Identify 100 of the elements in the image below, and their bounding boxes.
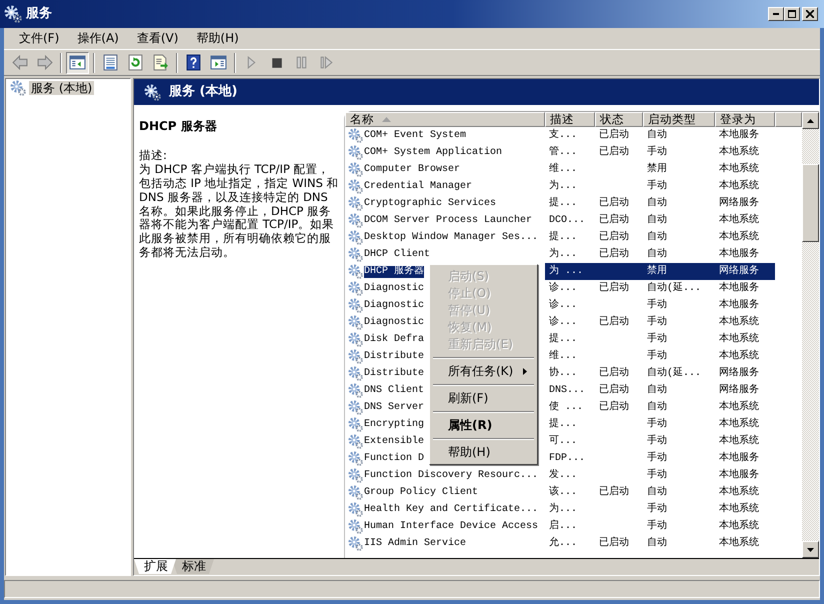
service-name[interactable]: Cryptographic Services xyxy=(364,198,496,210)
table-cell-text: 已启动 xyxy=(598,486,630,498)
service-name[interactable]: Computer Browser xyxy=(364,164,460,176)
service-name[interactable]: Distribute xyxy=(364,368,424,380)
menu-item[interactable]: 属性(R) xyxy=(432,417,535,434)
menu-item[interactable]: 帮助(H) xyxy=(187,30,248,47)
service-name[interactable]: Distribute xyxy=(364,350,424,362)
service-name[interactable]: Credential Manager xyxy=(364,180,472,192)
console-tree-icon xyxy=(69,54,86,71)
scrollbar[interactable] xyxy=(802,112,819,558)
gear-icon xyxy=(348,179,363,194)
scroll-down-button[interactable] xyxy=(802,541,819,558)
table-cell: 禁用 xyxy=(643,263,715,280)
menu-item[interactable]: 查看(V) xyxy=(128,30,188,47)
table-cell-text: 手动 xyxy=(646,418,668,430)
table-cell-text: 本地服务 xyxy=(718,248,760,260)
close-icon xyxy=(806,10,814,18)
minimize-button[interactable] xyxy=(768,7,784,21)
service-name[interactable]: Function Discovery Resourc... xyxy=(364,470,538,482)
maximize-icon xyxy=(788,10,796,18)
scroll-up-button[interactable] xyxy=(802,112,819,129)
service-name[interactable]: Diagnostic xyxy=(364,316,424,328)
up-arrow-icon xyxy=(807,118,814,122)
service-name[interactable]: Human Interface Device Access xyxy=(364,520,538,532)
table-cell-text: 自动 xyxy=(646,130,668,142)
gear-icon xyxy=(348,366,363,381)
table-cell-text: 本地系统 xyxy=(718,232,760,244)
service-name[interactable]: Encrypting xyxy=(364,418,424,430)
service-name[interactable]: Function D xyxy=(364,452,424,464)
table-cell-text: 网络服务 xyxy=(718,198,760,210)
menu-item[interactable]: 文件(F) xyxy=(10,30,68,47)
view-tab[interactable]: 扩展 xyxy=(134,559,176,574)
column-header[interactable]: 启动类型 xyxy=(643,112,715,127)
table-cell-text: 本地系统 xyxy=(718,436,760,448)
table-cell-text: 手动 xyxy=(646,146,668,158)
gear-icon xyxy=(348,162,363,177)
table-cell-text: 网络服务 xyxy=(718,368,760,380)
table-cell-text: DCO... xyxy=(548,214,586,226)
service-name[interactable]: Extensible xyxy=(364,436,424,448)
table-cell-text: 自动 xyxy=(646,538,668,550)
gear-icon xyxy=(348,468,363,483)
table-cell-text: 已启动 xyxy=(598,282,630,294)
table-cell-text: 本地系统 xyxy=(718,486,760,498)
service-name[interactable]: Health Key and Certificate... xyxy=(364,504,538,516)
table-cell-text: 手动 xyxy=(646,452,668,464)
service-name[interactable]: DNS Client xyxy=(364,384,424,396)
column-header[interactable]: 状态 xyxy=(595,112,643,127)
scrollbar-thumb[interactable] xyxy=(802,164,819,242)
table-cell-text: 使 ... xyxy=(548,402,584,414)
table-cell-text: FDP... xyxy=(548,452,586,464)
menu-item[interactable]: 所有任务(K) xyxy=(432,363,535,380)
gear-icon xyxy=(348,128,363,143)
service-name[interactable]: Group Policy Client xyxy=(364,486,478,498)
table-cell-text: 本地系统 xyxy=(718,334,760,346)
service-name[interactable]: Disk Defra xyxy=(364,334,424,346)
service-name[interactable]: Diagnostic xyxy=(364,300,424,312)
table-cell-text: 已启动 xyxy=(598,384,630,396)
table-cell-text: 已启动 xyxy=(598,316,630,328)
window-play-icon xyxy=(210,54,227,71)
service-name[interactable]: IIS Admin Service xyxy=(364,538,466,550)
table-cell-text: 已启动 xyxy=(598,214,630,226)
column-header[interactable]: 登录为 xyxy=(715,112,775,127)
table-cell-text: 诊... xyxy=(548,300,578,312)
table-cell-text: 自动 xyxy=(646,214,668,226)
gear-icon xyxy=(348,485,363,500)
menu-item[interactable]: 刷新(F) xyxy=(432,390,535,407)
menu-item[interactable]: 操作(A) xyxy=(68,30,128,47)
table-cell-text: 自动 xyxy=(646,232,668,244)
table-cell-text: 协... xyxy=(548,368,578,380)
table-cell-text: 维... xyxy=(548,350,578,362)
console-tree-button[interactable] xyxy=(66,52,89,74)
service-name[interactable]: Desktop Window Manager Ses... xyxy=(364,232,538,244)
service-name[interactable]: DCOM Server Process Launcher xyxy=(364,214,532,226)
column-header[interactable]: 名称 xyxy=(345,112,545,127)
menu-item[interactable]: 帮助(H) xyxy=(432,444,535,461)
service-name[interactable]: COM+ Event System xyxy=(364,130,466,142)
gear-icon xyxy=(348,264,363,279)
service-name[interactable]: DNS Server xyxy=(364,402,424,414)
table-cell-text: 本地系统 xyxy=(718,350,760,362)
gear-icon xyxy=(348,213,363,228)
table-cell-text: 禁用 xyxy=(646,164,668,176)
service-name[interactable]: COM+ System Application xyxy=(364,146,502,158)
service-name[interactable]: Diagnostic xyxy=(364,282,424,294)
table-cell-text: 本地服务 xyxy=(718,282,760,294)
table-cell-text: 本地服务 xyxy=(718,470,760,482)
table-cell-text: 维... xyxy=(548,164,578,176)
table-cell-text: 本地系统 xyxy=(718,146,760,158)
column-header[interactable]: 描述 xyxy=(545,112,595,127)
close-button[interactable] xyxy=(802,7,818,21)
view-tab[interactable]: 标准 xyxy=(172,559,214,574)
gear-icon xyxy=(348,519,363,534)
table-cell-text: 本地系统 xyxy=(718,418,760,430)
table-cell-text: 手动 xyxy=(646,436,668,448)
table-cell-text: 已启动 xyxy=(598,402,630,414)
maximize-button[interactable] xyxy=(784,7,800,21)
table-cell-text: 已启动 xyxy=(598,368,630,380)
tree-item[interactable]: 服务 (本地) xyxy=(29,80,94,96)
service-name[interactable]: DHCP Client xyxy=(364,248,430,260)
table-cell-text: 手动 xyxy=(646,300,668,312)
table-cell: 网络服务 xyxy=(715,263,775,280)
